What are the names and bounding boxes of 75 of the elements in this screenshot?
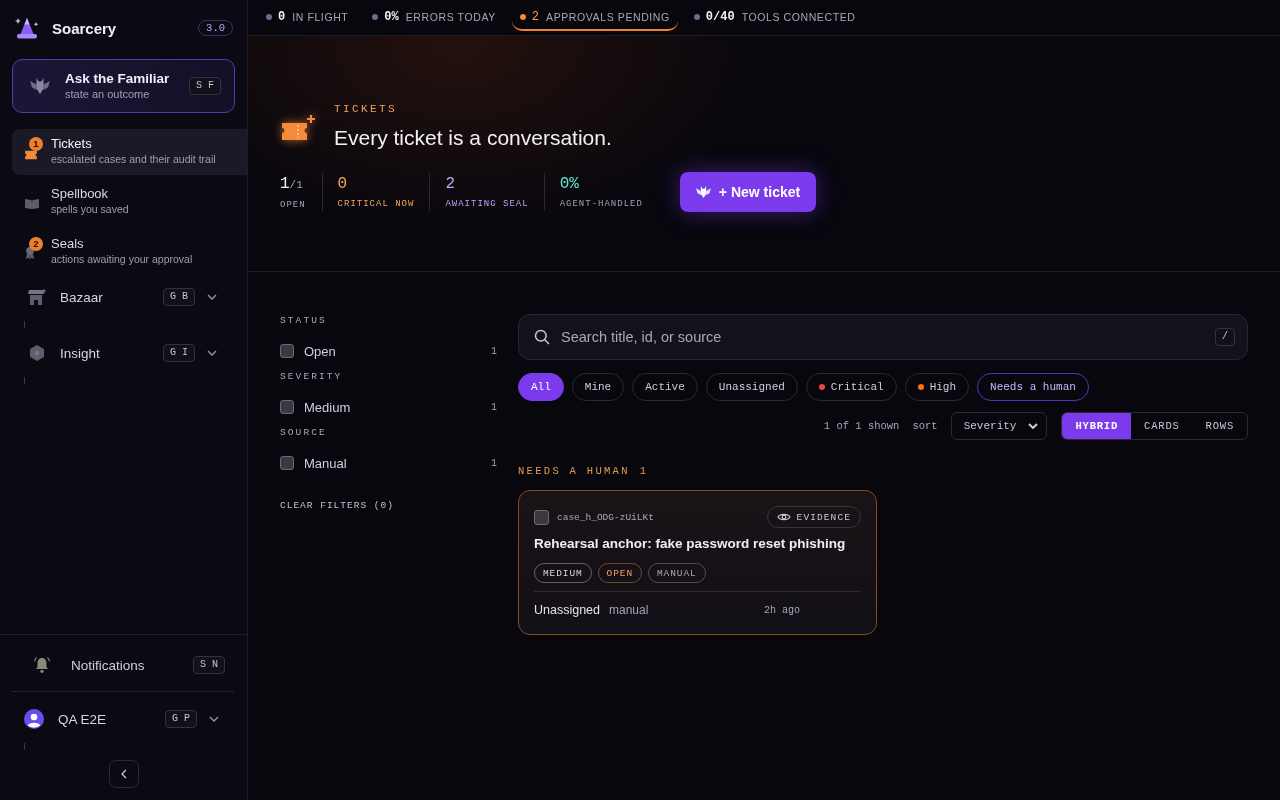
filter-heading: STATUS xyxy=(280,314,328,328)
sort-select[interactable]: Severity xyxy=(950,412,1048,440)
page-title: Every ticket is a conversation. xyxy=(334,125,612,151)
section-count: 1 xyxy=(639,464,649,478)
filter-count: 1 xyxy=(491,457,497,469)
view-toggle[interactable]: ROWS xyxy=(1192,413,1247,439)
filter-heading: SEVERITY xyxy=(280,370,344,384)
assignee-text: Unassigned xyxy=(534,603,600,617)
avatar-icon xyxy=(24,709,44,729)
filter-option-label: Manual xyxy=(304,455,348,471)
nav-item[interactable]: 2 Seals actions awaiting your approval xyxy=(12,229,247,275)
count-badge: 2 xyxy=(29,236,43,251)
shortcut-hint: S N xyxy=(193,656,225,674)
brand-name: Soarcery xyxy=(52,19,118,37)
ticket-icon xyxy=(24,149,38,160)
nav-item[interactable]: 1 Tickets escalated cases and their audit trail xyxy=(12,129,247,175)
status-item[interactable]: 2 APPROVALS PENDING xyxy=(511,0,678,31)
search-icon xyxy=(534,329,550,345)
status-item[interactable]: 0 IN FLIGHT xyxy=(258,0,357,31)
shortcut-hint: S F xyxy=(189,77,221,95)
clear-filters-button[interactable]: CLEAR FILTERS (0) xyxy=(280,499,394,513)
nav-group[interactable]: Insight G I xyxy=(12,335,234,371)
results-summary: 1 of 1 shown xyxy=(823,420,900,432)
source-text: manual xyxy=(609,603,649,617)
horned-creature-icon xyxy=(695,185,711,199)
metric-value: 0 xyxy=(337,174,349,194)
user-menu[interactable]: QA E2E G P xyxy=(12,701,234,737)
count-badge: 1 xyxy=(29,136,43,151)
status-item[interactable]: 0/40 TOOLS CONNECTED xyxy=(685,0,864,31)
collapse-sidebar-button[interactable] xyxy=(108,760,139,788)
view-toggle[interactable]: HYBRID xyxy=(1062,413,1132,439)
ask-familiar-button[interactable]: Ask the Familiar state an outcome S F xyxy=(12,59,235,113)
checkbox[interactable] xyxy=(280,344,294,358)
hexagon-icon xyxy=(30,345,44,361)
notifications-button[interactable]: Notifications S N xyxy=(12,647,225,683)
checkbox[interactable] xyxy=(280,456,294,470)
new-ticket-button[interactable]: + New ticket xyxy=(679,172,817,212)
filter-option-label: Open xyxy=(304,343,337,359)
shortcut-hint: G B xyxy=(163,288,195,306)
eye-icon xyxy=(776,512,791,522)
filter-count: 1 xyxy=(491,401,497,413)
checkbox[interactable] xyxy=(534,509,549,525)
time-text: 2h ago xyxy=(764,604,801,616)
ticket-plus-icon xyxy=(280,113,316,142)
metric-label: AGENT-HANDLED xyxy=(559,198,643,210)
chevron-left-icon xyxy=(120,769,127,779)
nav-group[interactable]: Bazaar G B xyxy=(12,279,234,315)
shortcut-hint: G I xyxy=(163,344,195,362)
metric-value: 2 xyxy=(445,174,457,194)
nav-item[interactable]: Spellbook spells you saved xyxy=(12,179,247,225)
horned-creature-icon xyxy=(30,77,50,95)
status-item[interactable]: 0% ERRORS TODAY xyxy=(364,0,504,31)
filter-option-label: Medium xyxy=(304,399,352,415)
metric-label: AWAITING SEAL xyxy=(445,198,529,210)
ticket-card[interactable]: case_h_ODG-zUiLKt EVIDENCE Rehearsal anchor: fake password reset phishing MEDIUM OPEN MANUAL Unassigned manual 2h ago xyxy=(518,490,877,635)
filter-heading: SOURCE xyxy=(280,426,328,440)
chevron-icon xyxy=(1028,423,1039,429)
section-eyebrow: TICKETS xyxy=(334,102,398,116)
section-heading: NEEDS A HUMAN xyxy=(518,464,630,478)
filter-chip[interactable]: All xyxy=(518,373,564,401)
ticket-title: Rehearsal anchor: fake password reset phishing xyxy=(534,535,847,553)
metric-value: 0% xyxy=(559,174,580,194)
metric-label: CRITICAL NOW xyxy=(337,198,415,210)
storefront-icon xyxy=(28,289,46,305)
checkbox[interactable] xyxy=(280,400,294,414)
ribbon-icon xyxy=(24,245,36,260)
metric-label: OPEN xyxy=(280,198,306,211)
book-icon xyxy=(24,197,40,210)
shortcut-hint: G P xyxy=(165,710,197,728)
metric-value: 1/1 xyxy=(280,173,304,195)
sort-label: sort xyxy=(912,420,938,432)
view-toggle[interactable]: CARDS xyxy=(1131,413,1193,439)
filter-count: 1 xyxy=(491,345,497,357)
bell-icon xyxy=(33,656,51,674)
ticket-id: case_h_ODG-zUiLKt xyxy=(557,511,655,523)
